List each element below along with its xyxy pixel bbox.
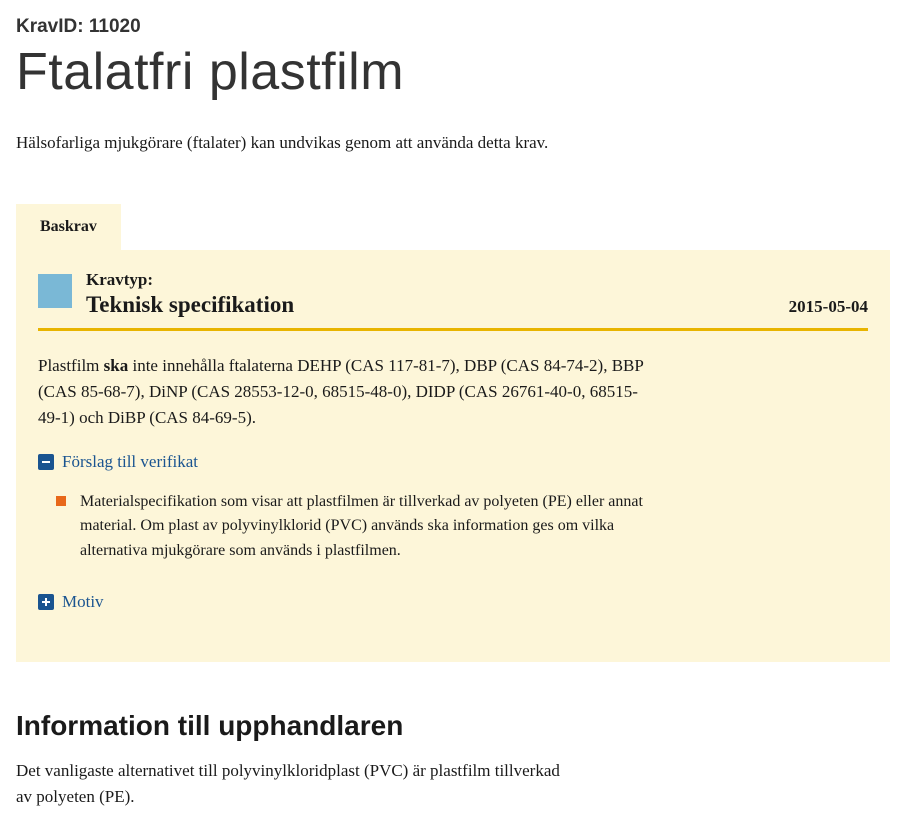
krav-id: KravID: 11020 (16, 16, 890, 38)
verifikat-toggle-label: Förslag till verifikat (62, 452, 198, 472)
verifikat-toggle[interactable]: Förslag till verifikat (38, 452, 868, 472)
krav-header: Kravtyp: Teknisk specifikation 2015-05-0… (38, 270, 868, 318)
motiv-toggle[interactable]: Motiv (38, 592, 868, 612)
minus-icon (38, 454, 54, 470)
page-title: Ftalatfri plastfilm (16, 42, 890, 102)
krav-spec: Teknisk specifikation (86, 292, 294, 318)
verifikat-item-text: Materialspecifikation som visar att plas… (80, 490, 656, 564)
krav-id-value: 11020 (89, 16, 141, 37)
baskrav-panel: Kravtyp: Teknisk specifikation 2015-05-0… (16, 250, 890, 662)
info-heading: Information till upphandlaren (16, 710, 890, 742)
motiv-toggle-label: Motiv (62, 592, 104, 612)
tab-baskrav[interactable]: Baskrav (16, 204, 121, 250)
list-item: Materialspecifikation som visar att plas… (56, 490, 656, 564)
krav-body-pre: Plastfilm (38, 356, 104, 375)
info-body: Det vanligaste alternativet till polyvin… (16, 758, 576, 811)
krav-body-post: inte innehålla ftalaterna DEHP (CAS 117-… (38, 356, 643, 428)
verifikat-list: Materialspecifikation som visar att plas… (38, 490, 868, 564)
kravtyp-label: Kravtyp: (86, 270, 868, 290)
krav-body: Plastfilm ska inte innehålla ftalaterna … (38, 353, 658, 432)
krav-meta: Kravtyp: Teknisk specifikation 2015-05-0… (86, 270, 868, 318)
intro-text: Hälsofarliga mjukgörare (ftalater) kan u… (16, 130, 890, 156)
krav-type-square-icon (38, 274, 72, 308)
krav-id-label: KravID: (16, 16, 89, 37)
bullet-icon (56, 496, 66, 506)
tab-bar: Baskrav (16, 204, 890, 250)
krav-date: 2015-05-04 (789, 297, 868, 317)
plus-icon (38, 594, 54, 610)
krav-body-ska: ska (104, 356, 129, 375)
krav-divider (38, 328, 868, 331)
